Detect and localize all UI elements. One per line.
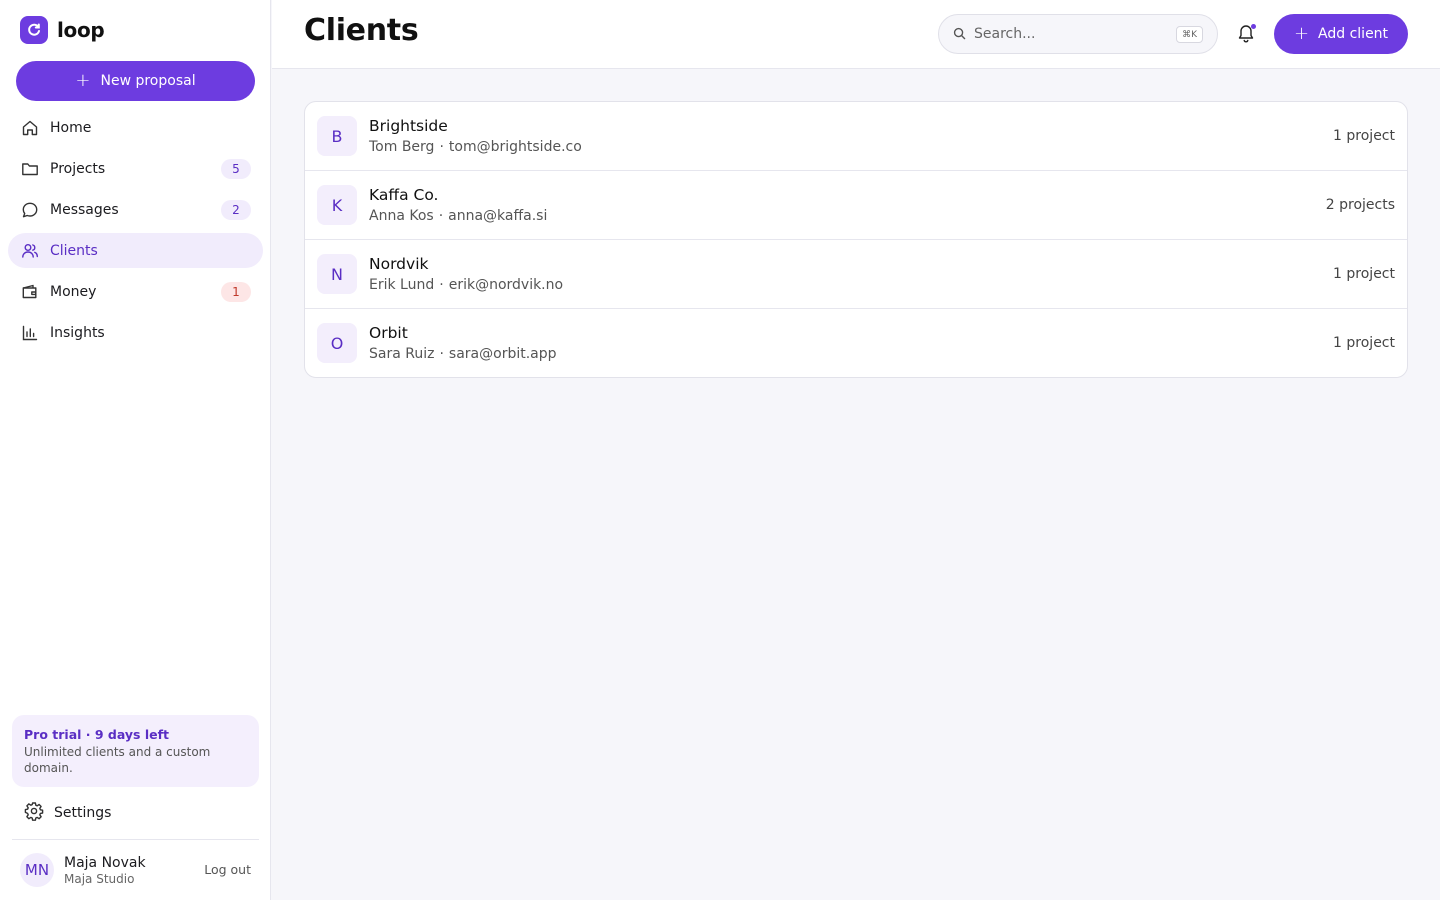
new-proposal-label: New proposal (100, 73, 196, 89)
sidebar: loop + New proposal Home Projects 5 Mess… (0, 0, 271, 900)
sidebar-item-insights[interactable]: Insights (8, 315, 263, 350)
projects-count-badge: 5 (221, 159, 251, 179)
sidebar-nav: Home Projects 5 Messages 2 Clients Money… (8, 110, 263, 356)
client-avatar: B (317, 116, 357, 156)
sidebar-item-label: Clients (50, 242, 98, 259)
sidebar-item-home[interactable]: Home (8, 110, 263, 145)
settings-link[interactable]: Settings (12, 796, 259, 830)
settings-label: Settings (54, 805, 112, 821)
search-icon (953, 25, 966, 44)
brand[interactable]: loop (20, 16, 105, 44)
separator: · (438, 208, 444, 224)
client-row[interactable]: N Nordvik Erik Lund · erik@nordvik.no 1 pr… (305, 240, 1407, 309)
new-proposal-button[interactable]: + New proposal (16, 61, 255, 101)
client-contact: Erik Lund (369, 277, 435, 293)
client-contact-line: Sara Ruiz · sara@orbit.app (369, 346, 557, 362)
client-project-count: 2 projects (1325, 197, 1395, 213)
sidebar-item-label: Projects (50, 160, 106, 177)
client-row[interactable]: O Orbit Sara Ruiz · sara@orbit.app 1 proje… (305, 309, 1407, 377)
client-contact: Tom Berg (369, 139, 435, 155)
client-contact-line: Tom Berg · tom@brightside.co (369, 139, 582, 155)
sidebar-item-projects[interactable]: Projects 5 (8, 151, 263, 186)
client-avatar: K (317, 185, 357, 225)
client-list: B Brightside Tom Berg · tom@brightside.co … (304, 101, 1408, 378)
client-row[interactable]: B Brightside Tom Berg · tom@brightside.co … (305, 102, 1407, 171)
client-name: Brightside (369, 117, 448, 135)
client-email: tom@brightside.co (448, 139, 582, 155)
client-contact: Anna Kos (369, 208, 434, 224)
sidebar-item-label: Money (50, 283, 97, 300)
brand-name: loop (57, 18, 105, 42)
client-info: Orbit Sara Ruiz · sara@orbit.app (369, 324, 557, 362)
separator: · (439, 277, 444, 293)
sidebar-item-label: Home (50, 119, 92, 136)
page-header: Clients ⌘K + Add client (272, 0, 1440, 69)
plus-icon: + (75, 70, 91, 91)
separator: · (439, 139, 444, 155)
client-row[interactable]: K Kaffa Co. Anna Kos · anna@kaffa.si 2 pro… (305, 171, 1407, 240)
client-project-count: 1 project (1333, 266, 1395, 282)
client-avatar: O (317, 323, 357, 363)
search-input[interactable] (974, 26, 1164, 42)
client-email: erik@nordvik.no (448, 277, 564, 293)
message-icon (20, 200, 40, 220)
search-box[interactable]: ⌘K (938, 14, 1218, 54)
user-info: Maja Novak Maja Studio (64, 855, 146, 886)
client-info: Nordvik Erik Lund · erik@nordvik.no (369, 255, 563, 293)
notification-dot (1251, 24, 1256, 29)
bar-chart-icon (20, 323, 40, 343)
add-client-button[interactable]: + Add client (1274, 14, 1408, 54)
pro-trial-card[interactable]: Pro trial · 9 days left Unlimited client… (12, 715, 259, 787)
sidebar-item-clients[interactable]: Clients (8, 233, 263, 268)
client-email: anna@kaffa.si (448, 208, 548, 224)
add-client-label: Add client (1318, 26, 1389, 42)
messages-count-badge: 2 (221, 200, 251, 220)
bell-icon (1236, 25, 1256, 48)
trial-description: Unlimited clients and a custom domain. (24, 745, 211, 775)
client-project-count: 1 project (1333, 128, 1395, 144)
sidebar-item-money[interactable]: Money 1 (8, 274, 263, 309)
client-contact-line: Erik Lund · erik@nordvik.no (369, 277, 563, 293)
user-name: Maja Novak (64, 854, 146, 871)
plus-icon: + (1293, 23, 1310, 44)
page-title: Clients (304, 13, 419, 48)
notifications-button[interactable] (1236, 22, 1258, 46)
loop-logo-icon (20, 16, 48, 44)
home-icon (20, 118, 40, 138)
wallet-icon (20, 282, 40, 302)
trial-title: Pro trial · 9 days left (24, 727, 170, 742)
client-info: Kaffa Co. Anna Kos · anna@kaffa.si (369, 186, 547, 224)
client-name: Kaffa Co. (369, 186, 439, 204)
gear-icon (24, 801, 44, 825)
client-contact-line: Anna Kos · anna@kaffa.si (369, 208, 547, 224)
sidebar-item-label: Messages (50, 201, 119, 218)
money-count-badge: 1 (221, 282, 251, 302)
separator: · (439, 346, 444, 362)
logout-button[interactable]: Log out (204, 862, 251, 877)
client-project-count: 1 project (1333, 335, 1395, 351)
sidebar-item-label: Insights (50, 324, 105, 341)
user-org: Maja Studio (64, 871, 135, 886)
client-info: Brightside Tom Berg · tom@brightside.co (369, 117, 582, 155)
sidebar-item-messages[interactable]: Messages 2 (8, 192, 263, 227)
folder-icon (20, 159, 40, 179)
sidebar-divider (12, 839, 259, 840)
client-contact: Sara Ruiz (369, 346, 435, 362)
client-email: sara@orbit.app (448, 346, 557, 362)
client-avatar: N (317, 254, 357, 294)
user-profile: MN Maja Novak Maja Studio Log out (20, 852, 259, 888)
avatar[interactable]: MN (20, 853, 54, 887)
client-name: Orbit (369, 324, 408, 342)
search-shortcut-hint: ⌘K (1176, 26, 1203, 43)
users-icon (20, 241, 40, 261)
client-name: Nordvik (369, 255, 429, 273)
